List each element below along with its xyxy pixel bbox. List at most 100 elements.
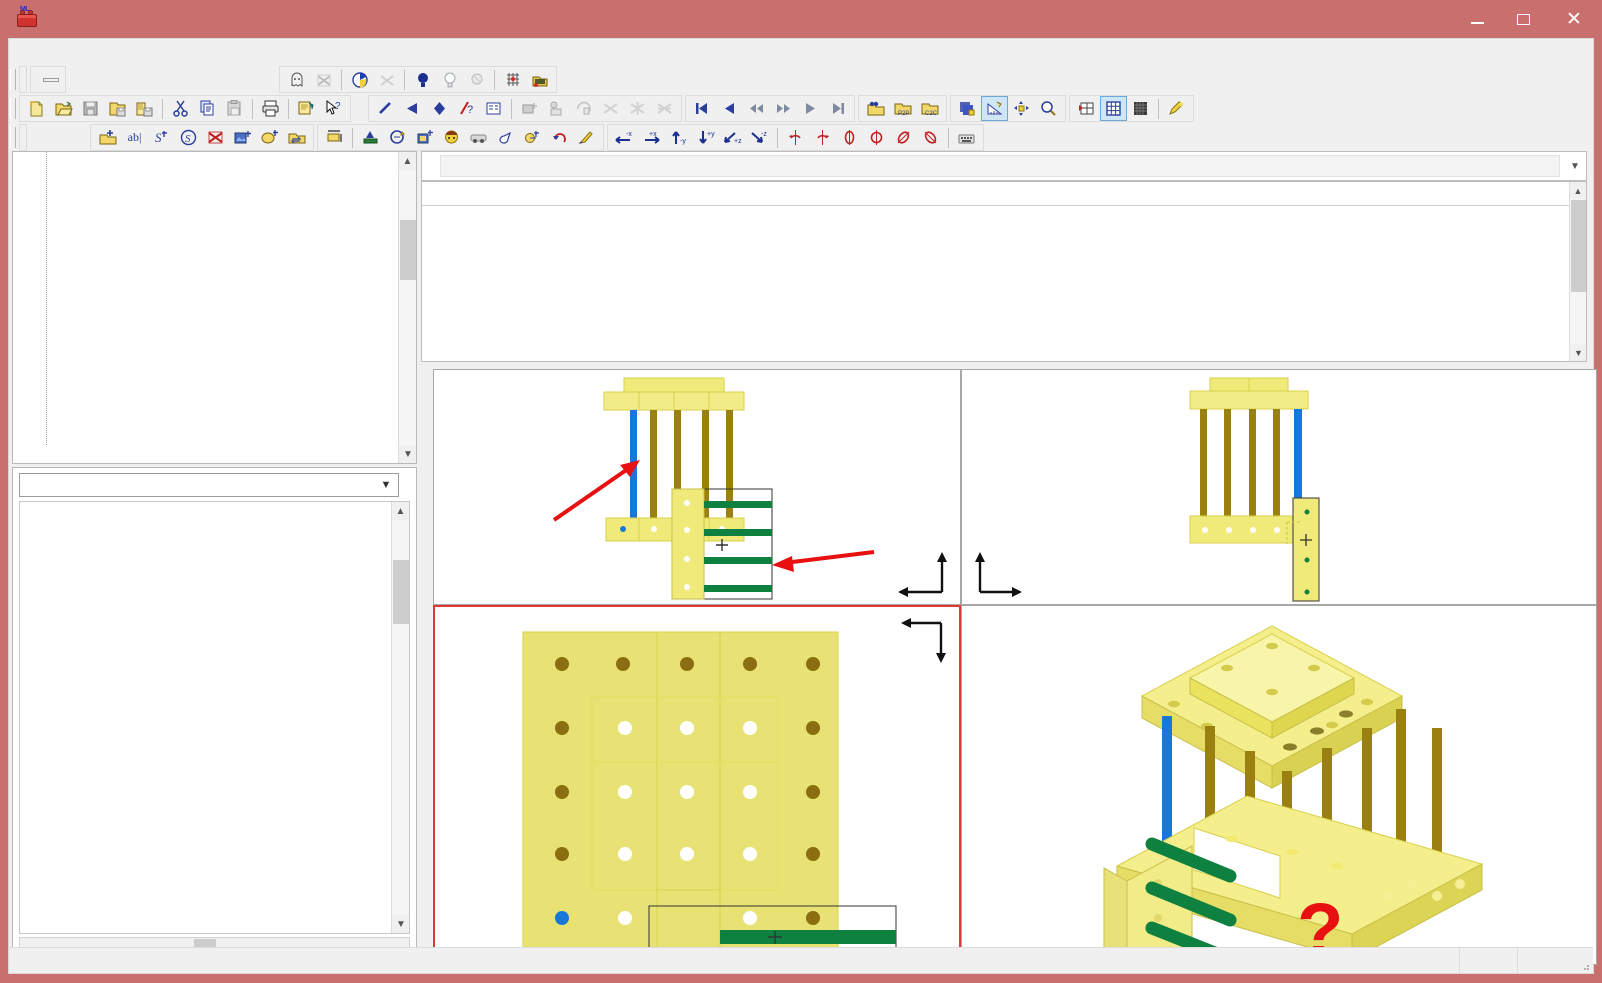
comment-icon[interactable] (481, 97, 506, 120)
step-icon[interactable]: S (149, 126, 174, 149)
move-neg-x-icon[interactable]: -x (612, 126, 637, 149)
move-neg-y-icon[interactable]: -y (666, 126, 691, 149)
image-add-icon[interactable] (230, 126, 255, 149)
keyboard-icon[interactable] (954, 126, 979, 149)
model-c2c-icon[interactable]: C2C (917, 97, 942, 120)
del2-icon[interactable] (625, 97, 650, 120)
rot-z-cw-icon[interactable] (918, 126, 943, 149)
condline-icon[interactable]: ? (454, 97, 479, 120)
split-view-icon[interactable] (1074, 97, 1099, 120)
dark-grid-icon[interactable] (1128, 97, 1153, 120)
cut-icon[interactable] (168, 97, 193, 120)
triangle-icon[interactable] (400, 97, 425, 120)
move-pos-z-icon[interactable]: -z (747, 126, 772, 149)
toolbar-grip-3[interactable] (10, 127, 16, 148)
help-cursor-icon[interactable]: ? (321, 97, 346, 120)
rot-y-ccw-icon[interactable] (837, 126, 862, 149)
save-model-icon[interactable] (105, 97, 130, 120)
parts-thumbnail-area[interactable]: ▲ ▼ (19, 501, 410, 934)
model-p2p-icon[interactable]: P2P (890, 97, 915, 120)
tree-vertical-scrollbar[interactable]: ▲ ▼ (398, 152, 416, 463)
uncolor-icon[interactable] (374, 68, 399, 91)
add-part-icon[interactable] (517, 97, 542, 120)
color-piece-icon[interactable] (347, 68, 372, 91)
render-icon[interactable] (466, 126, 491, 149)
table-scroll-thumb[interactable] (1571, 200, 1586, 292)
pan-icon[interactable] (1036, 97, 1061, 120)
table-scroll-up-icon[interactable]: ▲ (1570, 182, 1586, 199)
print-icon[interactable] (258, 97, 283, 120)
open-icon[interactable] (51, 97, 76, 120)
viewport-front[interactable] (433, 369, 961, 605)
table-scroll-down-icon[interactable]: ▼ (1570, 344, 1586, 361)
viewport-3d[interactable]: ? (961, 605, 1597, 965)
rotate-add-icon[interactable] (257, 126, 282, 149)
quad-icon[interactable] (427, 97, 452, 120)
viewport-top[interactable] (433, 605, 961, 965)
add-img-icon[interactable] (412, 126, 437, 149)
viewport-left[interactable] (961, 369, 1597, 605)
table-vertical-scrollbar[interactable]: ▲ ▼ (1569, 182, 1586, 361)
undo-rot-icon[interactable] (547, 126, 572, 149)
prev-step-icon[interactable] (717, 97, 742, 120)
line-icon[interactable] (373, 97, 398, 120)
tree-scroll-thumb[interactable] (400, 220, 416, 280)
scale-icon[interactable]: S (176, 126, 201, 149)
rot-x-ccw-icon[interactable] (783, 126, 808, 149)
ghost-icon[interactable] (284, 68, 309, 91)
rotate-c-icon[interactable] (385, 126, 410, 149)
bin-vertical-scrollbar[interactable]: ▲ ▼ (391, 502, 409, 933)
rot-x-cw-icon[interactable] (810, 126, 835, 149)
light-on-icon[interactable] (410, 68, 435, 91)
grid-red-icon[interactable] (500, 68, 525, 91)
paint-icon[interactable] (574, 126, 599, 149)
pivot-icon[interactable] (520, 126, 545, 149)
resize-grip[interactable] (1575, 948, 1593, 974)
parts-category-combobox[interactable]: ▼ (19, 473, 399, 497)
first-step-icon[interactable] (690, 97, 715, 120)
minimize-button[interactable] (1454, 0, 1500, 38)
toolbar-grip[interactable] (10, 69, 16, 90)
swap-icon[interactable] (284, 126, 309, 149)
chevron-down-icon[interactable]: ▼ (1564, 161, 1586, 172)
move-pos-x-icon[interactable]: +x (639, 126, 664, 149)
rot-z-ccw-icon[interactable] (891, 126, 916, 149)
del3-icon[interactable] (652, 97, 677, 120)
new-icon[interactable] (24, 97, 49, 120)
tree-scroll-up-icon[interactable]: ▲ (399, 152, 416, 170)
copy-view-icon[interactable] (955, 97, 980, 120)
toolbar-grip-2[interactable] (10, 98, 16, 119)
move-pos-y-icon[interactable]: +y (693, 126, 718, 149)
move-neg-z-icon[interactable]: +z (720, 126, 745, 149)
minifig-icon[interactable] (439, 126, 464, 149)
rotate-step-icon[interactable] (571, 97, 596, 120)
del1-icon[interactable] (598, 97, 623, 120)
more-colors-button[interactable] (43, 77, 59, 82)
last-step-icon[interactable] (825, 97, 850, 120)
close-button[interactable]: ✕ (1546, 0, 1602, 38)
bin-scroll-thumb[interactable] (393, 560, 409, 624)
abl-icon[interactable]: ab| (122, 126, 147, 149)
move-view-icon[interactable] (1009, 97, 1034, 120)
play-icon[interactable] (798, 97, 823, 120)
light-gray-icon[interactable] (464, 68, 489, 91)
model-edit-icon[interactable] (863, 97, 888, 120)
measure-icon[interactable] (981, 96, 1008, 121)
align-icon[interactable] (322, 126, 347, 149)
background-icon[interactable] (527, 68, 552, 91)
tree-scroll-down-icon[interactable]: ▼ (399, 445, 416, 463)
paste-icon[interactable] (222, 97, 247, 120)
print-preview-icon[interactable] (294, 97, 319, 120)
bin-scroll-down-icon[interactable]: ▼ (392, 915, 409, 933)
fast-back-icon[interactable] (744, 97, 769, 120)
save-icon[interactable] (78, 97, 103, 120)
copy-icon[interactable] (195, 97, 220, 120)
add-brick-icon[interactable] (95, 126, 120, 149)
maximize-button[interactable] (1500, 0, 1546, 38)
add-group-icon[interactable] (544, 97, 569, 120)
tag-icon[interactable] (493, 126, 518, 149)
active-model-path[interactable] (440, 155, 1560, 177)
place-icon[interactable] (358, 126, 383, 149)
grid-view-icon[interactable] (1100, 96, 1127, 121)
bin-scroll-up-icon[interactable]: ▲ (392, 502, 409, 520)
